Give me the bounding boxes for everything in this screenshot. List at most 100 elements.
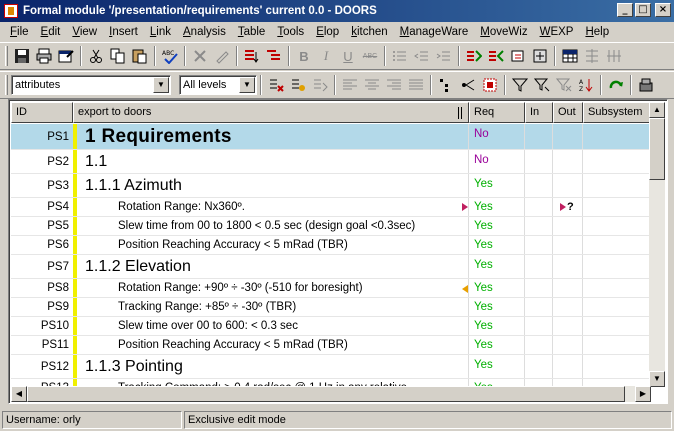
menu-table[interactable]: Table bbox=[232, 26, 272, 38]
subsystem-cell[interactable] bbox=[582, 198, 651, 216]
req-cell[interactable]: Yes bbox=[468, 298, 524, 316]
align-left-icon[interactable] bbox=[339, 74, 361, 96]
out-links-cell[interactable] bbox=[552, 279, 582, 297]
object-row[interactable]: PS4 Rotation Range: Nx360º. Yes? bbox=[11, 198, 651, 217]
vertical-scrollbar[interactable]: ▲ ▼ bbox=[649, 102, 665, 387]
menu-insert[interactable]: Insert bbox=[103, 26, 144, 38]
chevron-down-icon[interactable]: ▼ bbox=[239, 77, 255, 93]
close-button[interactable]: × bbox=[655, 3, 671, 17]
object-row[interactable]: PS1 1 Requirements No bbox=[11, 124, 651, 150]
subsystem-cell[interactable] bbox=[582, 355, 651, 378]
out-links-cell[interactable]: ? bbox=[552, 198, 582, 216]
object-text-cell[interactable]: Tracking Range: +85º ÷ -30º (TBR) bbox=[77, 298, 468, 316]
column-header-req[interactable]: Req bbox=[469, 102, 525, 123]
in-links-cell[interactable] bbox=[524, 236, 552, 254]
menu-help[interactable]: Help bbox=[579, 26, 615, 38]
object-text-cell[interactable]: 1.1 bbox=[77, 150, 468, 173]
in-links-cell[interactable] bbox=[524, 317, 552, 335]
object-row[interactable]: PS7 1.1.2 Elevation Yes bbox=[11, 255, 651, 279]
object-text-cell[interactable]: 1.1.3 Pointing bbox=[77, 355, 468, 378]
link-out-icon[interactable] bbox=[463, 45, 485, 67]
menu-edit[interactable]: Edit bbox=[35, 26, 67, 38]
bullets-icon[interactable] bbox=[389, 45, 411, 67]
out-links-cell[interactable] bbox=[552, 317, 582, 335]
object-row[interactable]: PS10 Slew time over 00 to 600: < 0.3 sec Y… bbox=[11, 317, 651, 336]
table-insert-column-icon[interactable] bbox=[603, 45, 625, 67]
req-cell[interactable]: Yes bbox=[468, 236, 524, 254]
in-links-cell[interactable] bbox=[524, 198, 552, 216]
advanced-filter-icon[interactable] bbox=[531, 74, 553, 96]
menu-analysis[interactable]: Analysis bbox=[177, 26, 232, 38]
compare-icon[interactable] bbox=[309, 74, 331, 96]
object-text-cell[interactable]: Slew time from 00 to 1800 < 0.5 sec (des… bbox=[77, 217, 468, 235]
in-links-cell[interactable] bbox=[524, 279, 552, 297]
scroll-left-icon[interactable]: ◀ bbox=[11, 386, 27, 402]
out-links-cell[interactable] bbox=[552, 298, 582, 316]
object-row[interactable]: PS9 Tracking Range: +85º ÷ -30º (TBR) Yes bbox=[11, 298, 651, 317]
graphics-mode-icon[interactable] bbox=[479, 74, 501, 96]
column-header-id[interactable]: ID bbox=[11, 102, 73, 123]
subsystem-cell[interactable] bbox=[582, 298, 651, 316]
toolbar-grip[interactable] bbox=[5, 75, 8, 95]
menu-view[interactable]: View bbox=[66, 26, 103, 38]
in-links-cell[interactable] bbox=[524, 355, 552, 378]
horizontal-scroll-thumb[interactable] bbox=[27, 386, 625, 402]
req-cell[interactable]: Yes bbox=[468, 317, 524, 335]
subsystem-cell[interactable] bbox=[582, 217, 651, 235]
object-text-cell[interactable]: Position Reaching Accuracy < 5 mRad (TBR… bbox=[77, 336, 468, 354]
in-links-cell[interactable] bbox=[524, 298, 552, 316]
levels-select[interactable]: All levels ▼ bbox=[179, 75, 257, 95]
out-link-indicator[interactable]: ? bbox=[560, 201, 574, 213]
decrease-indent-icon[interactable] bbox=[411, 45, 433, 67]
subsystem-cell[interactable] bbox=[582, 150, 651, 173]
in-links-cell[interactable] bbox=[524, 255, 552, 278]
subsystem-cell[interactable] bbox=[582, 255, 651, 278]
edit-object-icon[interactable] bbox=[211, 45, 233, 67]
in-links-cell[interactable] bbox=[524, 174, 552, 197]
object-row[interactable]: PS12 1.1.3 Pointing Yes bbox=[11, 355, 651, 379]
filter-icon[interactable] bbox=[509, 74, 531, 96]
toolbar-grip[interactable] bbox=[5, 46, 8, 66]
out-links-cell[interactable] bbox=[552, 336, 582, 354]
link-in-icon[interactable] bbox=[485, 45, 507, 67]
link-tools-icon[interactable] bbox=[529, 45, 551, 67]
object-row[interactable]: PS11 Position Reaching Accuracy < 5 mRad … bbox=[11, 336, 651, 355]
req-cell[interactable]: Yes bbox=[468, 255, 524, 278]
in-links-cell[interactable] bbox=[524, 217, 552, 235]
properties-icon[interactable] bbox=[55, 45, 77, 67]
req-cell[interactable]: No bbox=[468, 124, 524, 149]
underline-icon[interactable]: U bbox=[337, 45, 359, 67]
minimize-button[interactable]: _ bbox=[617, 3, 633, 17]
insert-below-icon[interactable] bbox=[241, 45, 263, 67]
sort-icon[interactable]: AZ bbox=[575, 74, 597, 96]
align-center-icon[interactable] bbox=[361, 74, 383, 96]
object-row[interactable]: PS3 1.1.1 Azimuth Yes bbox=[11, 174, 651, 198]
increase-indent-icon[interactable] bbox=[433, 45, 455, 67]
copy-icon[interactable] bbox=[107, 45, 129, 67]
subsystem-cell[interactable] bbox=[582, 336, 651, 354]
subsystem-cell[interactable] bbox=[582, 174, 651, 197]
subsystem-cell[interactable] bbox=[582, 236, 651, 254]
chevron-down-icon[interactable]: ▼ bbox=[153, 77, 169, 93]
scroll-up-icon[interactable]: ▲ bbox=[649, 102, 665, 118]
subsystem-cell[interactable] bbox=[582, 317, 651, 335]
out-links-cell[interactable] bbox=[552, 150, 582, 173]
req-cell[interactable]: Yes bbox=[468, 198, 524, 216]
show-changes-icon[interactable] bbox=[287, 74, 309, 96]
object-text-cell[interactable]: Slew time over 00 to 600: < 0.3 sec bbox=[77, 317, 468, 335]
column-header-subsystem[interactable]: Subsystem bbox=[583, 102, 652, 123]
req-cell[interactable]: Yes bbox=[468, 174, 524, 197]
req-cell[interactable]: Yes bbox=[468, 217, 524, 235]
table-insert-row-icon[interactable] bbox=[581, 45, 603, 67]
view-select[interactable]: attributes ▼ bbox=[11, 75, 171, 95]
object-text-cell[interactable]: 1.1.1 Azimuth bbox=[77, 174, 468, 197]
in-links-cell[interactable] bbox=[524, 124, 552, 149]
link-properties-icon[interactable] bbox=[507, 45, 529, 67]
object-row[interactable]: PS8 Rotation Range: +90º ÷ -30º (-510 for… bbox=[11, 279, 651, 298]
menu-kitchen[interactable]: kitchen bbox=[345, 26, 393, 38]
out-links-cell[interactable] bbox=[552, 217, 582, 235]
out-links-cell[interactable] bbox=[552, 236, 582, 254]
req-cell[interactable]: Yes bbox=[468, 336, 524, 354]
column-split-icon[interactable] bbox=[458, 107, 462, 119]
menu-link[interactable]: Link bbox=[144, 26, 177, 38]
